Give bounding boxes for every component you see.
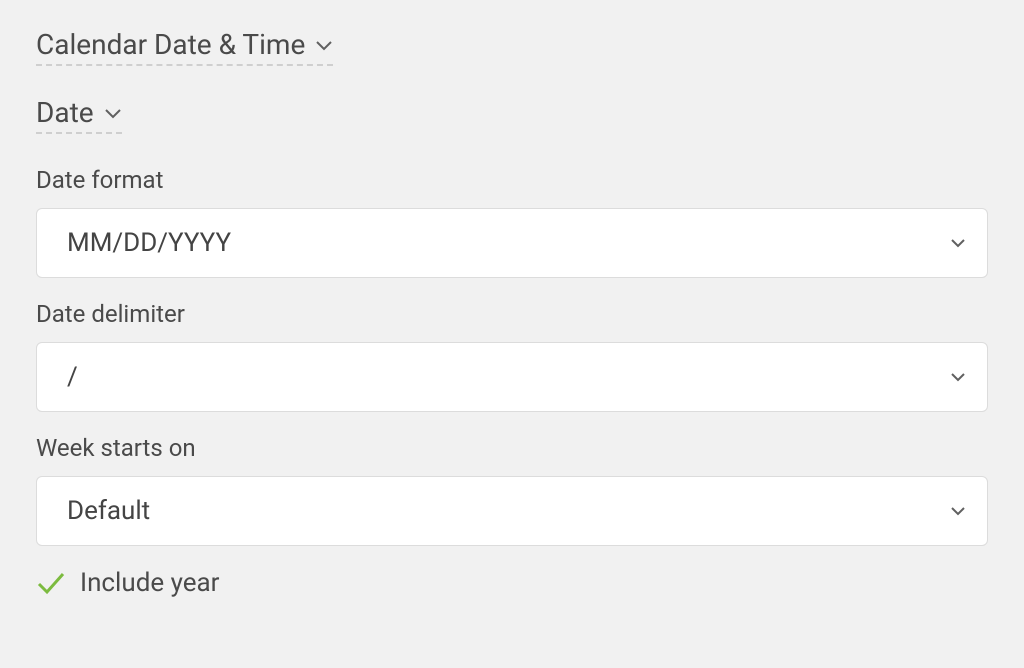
field-week-starts: Week starts on Default xyxy=(36,434,988,546)
chevron-down-icon xyxy=(104,104,122,122)
section-subtitle: Date xyxy=(36,96,94,129)
section-header-date[interactable]: Date xyxy=(36,96,122,134)
include-year-checkbox[interactable]: Include year xyxy=(36,568,988,598)
week-starts-value: Default xyxy=(67,496,150,526)
section-title: Calendar Date & Time xyxy=(36,28,305,61)
chevron-down-icon xyxy=(949,234,967,252)
date-format-value: MM/DD/YYYY xyxy=(67,228,231,258)
chevron-down-icon xyxy=(949,368,967,386)
week-starts-select[interactable]: Default xyxy=(36,476,988,546)
date-format-label: Date format xyxy=(36,166,988,194)
checkmark-icon xyxy=(36,568,66,598)
week-starts-label: Week starts on xyxy=(36,434,988,462)
include-year-label: Include year xyxy=(80,568,219,598)
date-delimiter-value: / xyxy=(67,362,78,392)
date-delimiter-select[interactable]: / xyxy=(36,342,988,412)
section-header-calendar[interactable]: Calendar Date & Time xyxy=(36,28,333,66)
date-delimiter-label: Date delimiter xyxy=(36,300,988,328)
field-date-format: Date format MM/DD/YYYY xyxy=(36,166,988,278)
chevron-down-icon xyxy=(315,36,333,54)
date-format-select[interactable]: MM/DD/YYYY xyxy=(36,208,988,278)
field-date-delimiter: Date delimiter / xyxy=(36,300,988,412)
chevron-down-icon xyxy=(949,502,967,520)
